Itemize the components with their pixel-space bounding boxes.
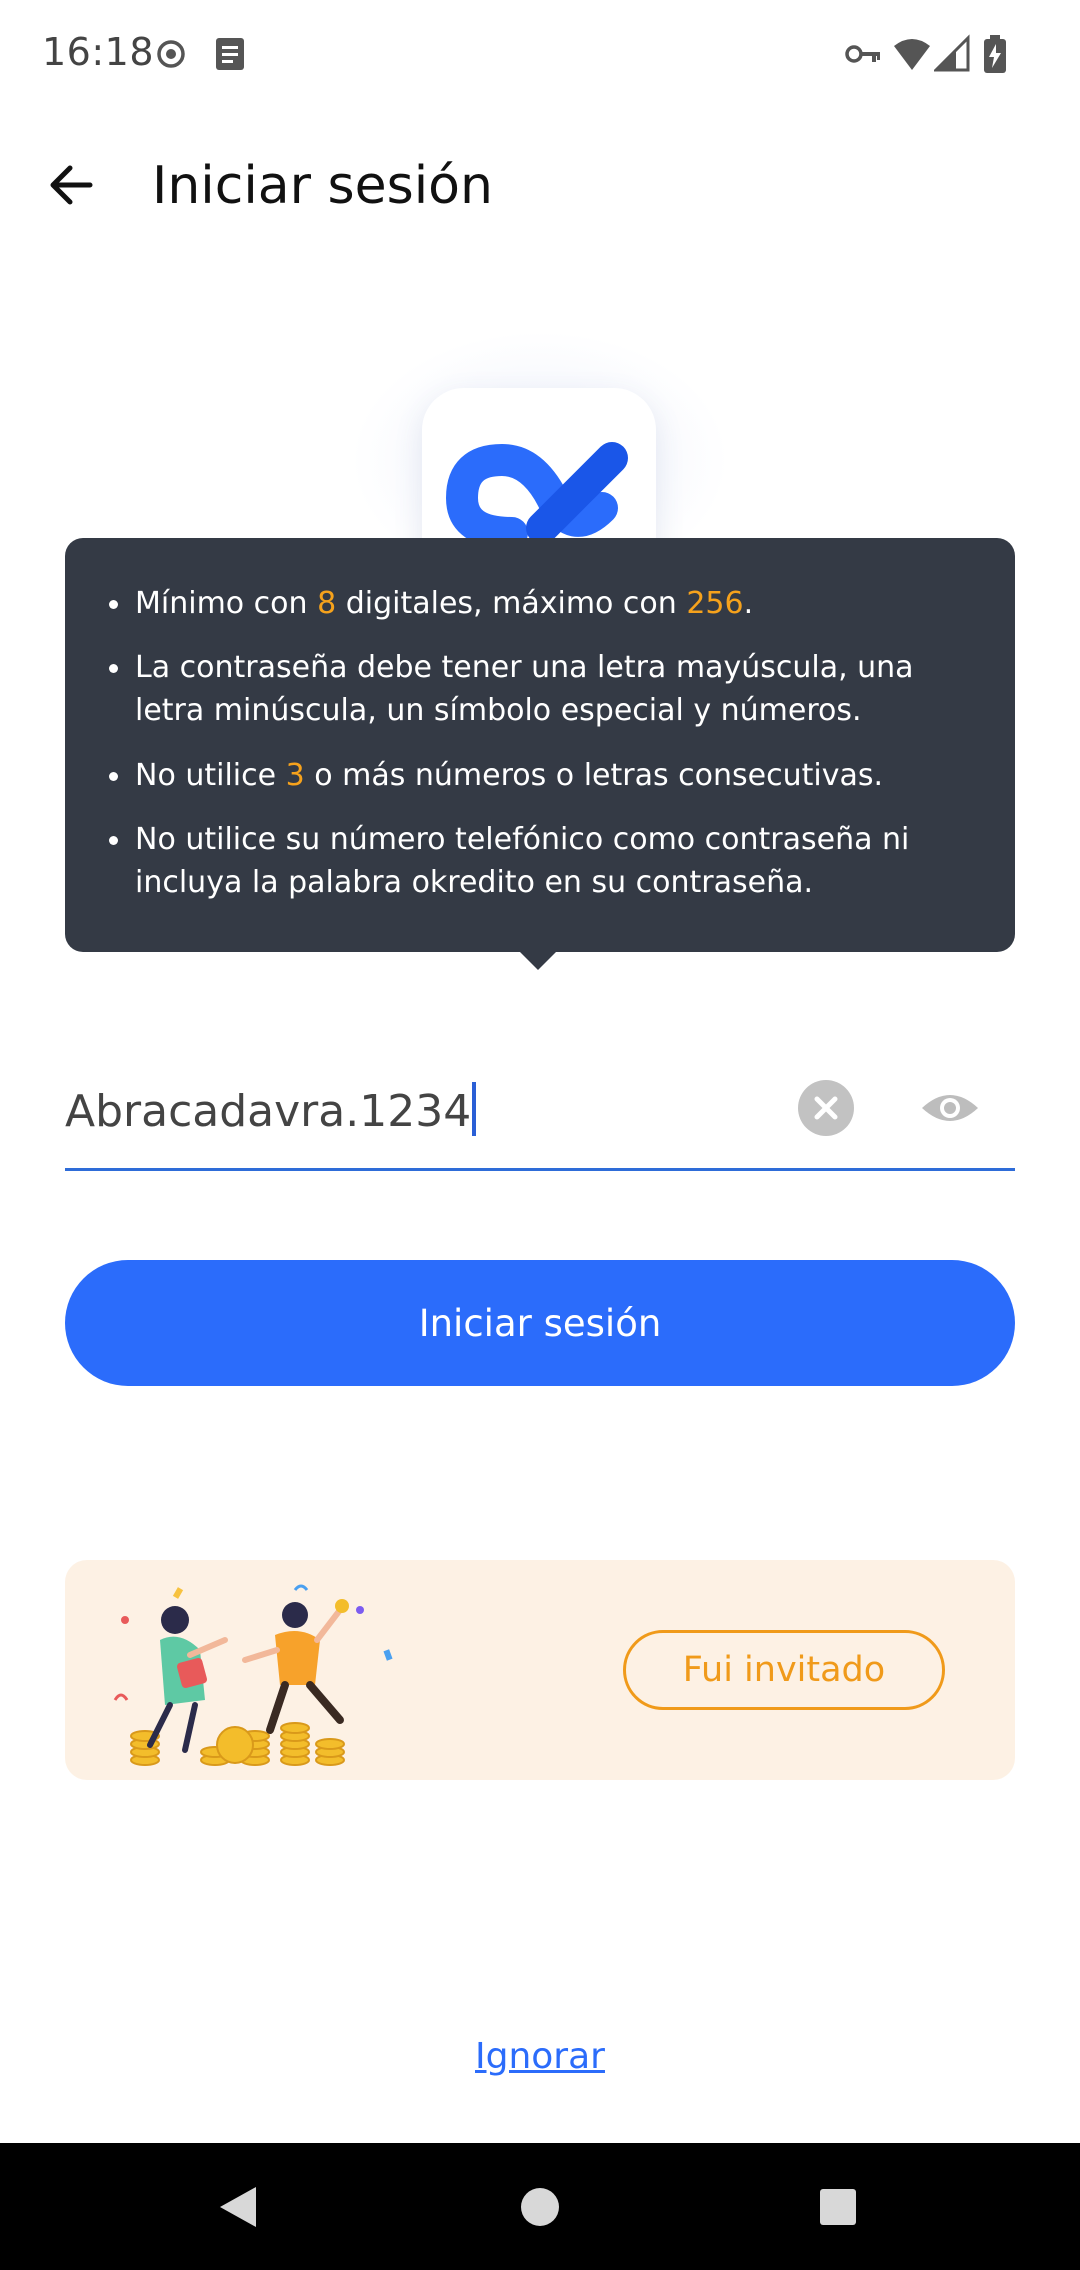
page-title: Iniciar sesión [152,156,493,216]
back-triangle-icon[interactable] [216,2183,260,2231]
system-nav-bar [0,2143,1080,2270]
back-button[interactable] [40,150,110,220]
rule-item: Mínimo con 8 digitales, máximo con 256. [109,582,975,625]
home-circle-icon[interactable] [518,2185,562,2229]
arrow-left-icon [50,165,93,205]
rule-item: No utilice su número telefónico como con… [109,818,975,904]
text-caret [472,1082,477,1136]
rule-text: digitales, máximo con [336,586,687,621]
document-icon [216,38,244,70]
eye-icon [922,1095,978,1121]
rule-highlight: 8 [317,586,337,621]
login-button[interactable]: Iniciar sesión [65,1260,1015,1386]
rule-text: o más números o letras consecutivas. [304,758,883,793]
clear-icon [814,1096,838,1120]
rule-item: No utilice 3 o más números o letras cons… [109,754,975,797]
recents-square-icon[interactable] [818,2187,858,2227]
vpn-key-icon [845,45,880,63]
skip-link-label[interactable]: Ignorar [475,2036,605,2077]
status-bar: 16:18 [0,0,1080,110]
skip-link[interactable]: Ignorar [0,2036,1080,2077]
status-time: 16:18 [42,30,155,74]
password-input[interactable]: Abracadavra.1234 [65,1082,477,1137]
tooltip-pointer [518,950,558,970]
rule-text: La contraseña debe tener una letra mayús… [135,650,914,728]
wifi-icon [894,39,930,70]
password-rules-tooltip: Mínimo con 8 digitales, máximo con 256. … [65,538,1015,952]
celebrating-people-coins-illustration [113,1584,393,1766]
rule-highlight: 256 [686,586,744,621]
invite-card: Fui invitado [65,1560,1015,1780]
rule-item: La contraseña debe tener una letra mayús… [109,646,975,732]
rule-text: Mínimo con [135,586,318,621]
toggle-visibility-button[interactable] [918,1080,982,1136]
rule-text: . [743,586,754,621]
password-value-text: Abracadavra.1234 [65,1086,472,1137]
record-icon [157,40,185,68]
rule-text: No utilice [135,758,286,793]
input-underline [65,1168,1015,1171]
rule-text: No utilice su número telefónico como con… [135,822,910,900]
cell-signal-icon [934,34,970,72]
clear-button[interactable] [798,1080,854,1136]
invited-button[interactable]: Fui invitado [623,1630,945,1710]
battery-charging-icon [984,35,1006,73]
rule-highlight: 3 [285,758,305,793]
